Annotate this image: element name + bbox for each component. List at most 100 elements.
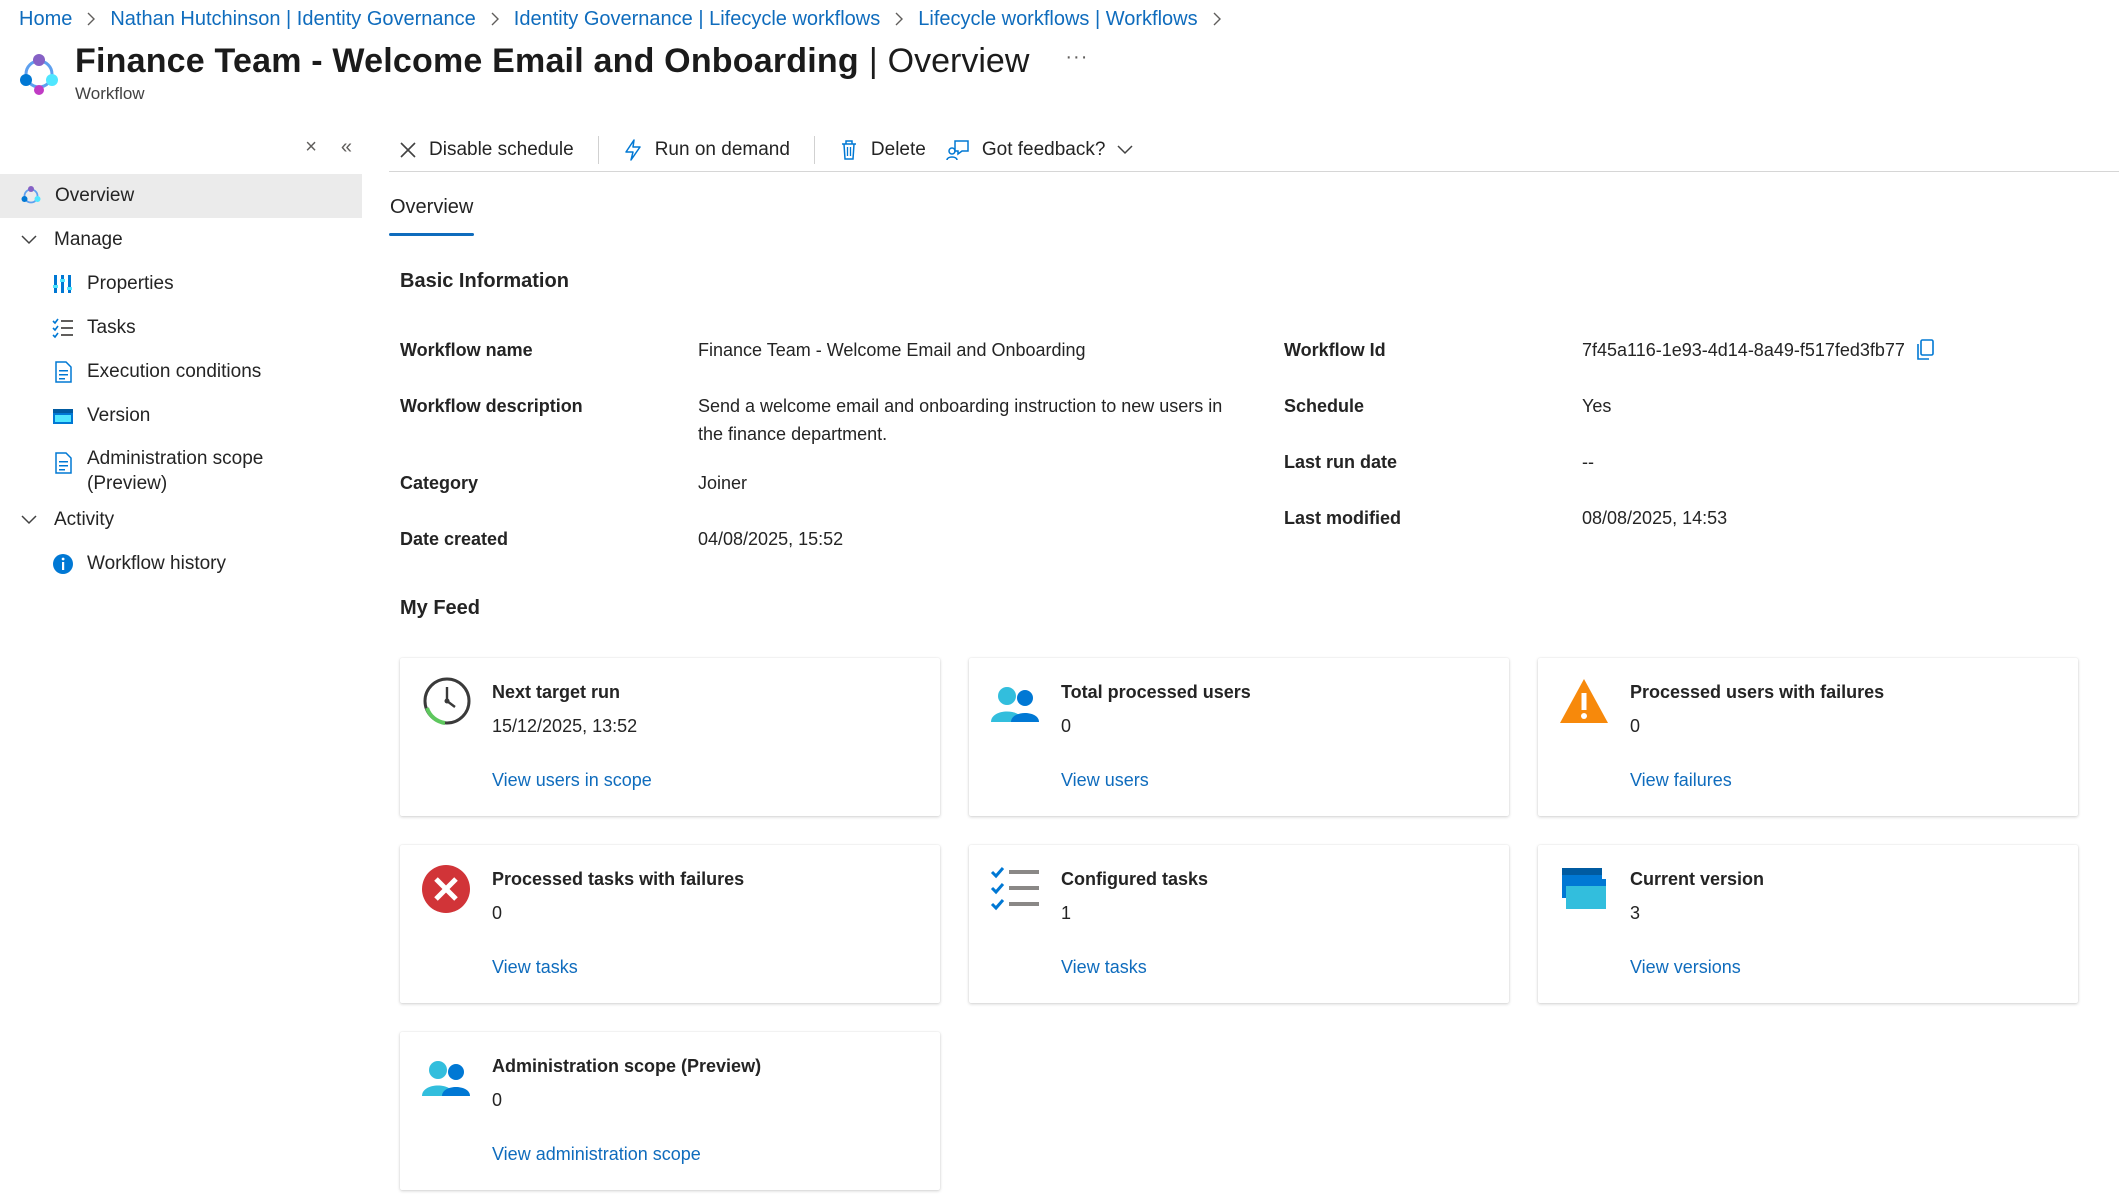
last-run-date-label: Last run date [1284,452,1398,472]
nav-item-tasks[interactable]: Tasks [0,306,362,350]
close-icon[interactable]: × [305,136,317,159]
nav-label: Properties [87,273,174,294]
clock-icon [420,676,472,728]
lightning-icon [624,138,641,161]
chevron-right-icon [86,12,96,26]
side-navigation: × « Overview Manage Properties Tasks Exe… [0,128,362,1200]
command-bar: Disable schedule Run on demand Delete Go… [389,128,2119,172]
nav-group-activity[interactable]: Activity [0,498,362,542]
feedback-button[interactable]: Got feedback? [936,132,1144,168]
tab-strip: Overview [389,196,475,236]
workflow-id-value: 7f45a116-1e93-4d14-8a49-f517fed3fb77 [1582,340,1905,360]
workflow-icon [17,50,61,104]
feed-card-current-version[interactable]: Current version 3 View versions [1538,845,2078,1003]
page-header: Finance Team - Welcome Email and Onboard… [17,42,1088,114]
close-icon [400,141,416,158]
description-line1: Send a welcome email and onboarding inst… [698,396,1223,416]
card-value: 3 [1630,903,1641,923]
workflow-description-value: Send a welcome email and onboarding inst… [698,392,1222,448]
version-icon [52,405,74,427]
nav-item-overview[interactable]: Overview [0,174,362,218]
view-tasks-link[interactable]: View tasks [492,957,578,978]
warning-icon [1558,676,1610,728]
nav-item-workflow-history[interactable]: Workflow history [0,542,362,586]
chevron-down-icon [20,511,38,529]
task-list-icon [52,317,74,339]
more-options-button[interactable]: ··· [1065,46,1088,69]
breadcrumb-workflows[interactable]: Lifecycle workflows | Workflows [918,8,1197,31]
nav-label: Manage [54,229,123,250]
chevron-right-icon [894,12,904,26]
breadcrumb-identity-governance[interactable]: Nathan Hutchinson | Identity Governance [110,8,475,31]
collapse-icon[interactable]: « [341,136,352,159]
last-modified-value: 08/08/2025, 14:53 [1582,508,1728,528]
view-tasks-link[interactable]: View tasks [1061,957,1147,978]
view-failures-link[interactable]: View failures [1630,770,1732,791]
section-title-my-feed: My Feed [400,597,481,619]
nav-label: Administration scope (Preview) [87,446,263,496]
workflow-icon [20,185,42,207]
description-line2: the finance department. [698,424,888,444]
workflow-id-label: Workflow Id [1284,340,1386,360]
button-label: Run on demand [654,138,790,160]
card-title: Configured tasks [1061,869,1209,889]
button-label: Delete [870,138,926,160]
view-users-link[interactable]: View users [1061,770,1149,791]
breadcrumb-lifecycle-workflows[interactable]: Identity Governance | Lifecycle workflow… [514,8,880,31]
nav-item-version[interactable]: Version [0,394,362,438]
view-versions-link[interactable]: View versions [1630,957,1741,978]
nav-item-execution-conditions[interactable]: Execution conditions [0,350,362,394]
nav-label: Tasks [87,317,136,338]
document-icon [52,452,74,474]
card-value: 0 [492,903,503,923]
nav-label: Activity [54,509,115,530]
nav-label: Workflow history [87,553,227,574]
copy-icon[interactable] [1915,339,1935,361]
feed-card-total-processed-users[interactable]: Total processed users 0 View users [969,658,1509,816]
disable-schedule-button[interactable]: Disable schedule [389,132,584,168]
last-modified-label: Last modified [1284,508,1402,528]
chevron-down-icon [1117,144,1133,154]
chevron-right-icon [1212,12,1222,26]
feed-card-processed-tasks-failures[interactable]: Processed tasks with failures 0 View tas… [400,845,940,1003]
title-separator: | [868,42,878,80]
tab-overview[interactable]: Overview [389,196,475,236]
breadcrumb-home[interactable]: Home [19,8,72,31]
resource-type-label: Workflow [75,84,145,103]
page-subtitle: Overview [887,42,1030,80]
feed-card-next-target-run[interactable]: Next target run 15/12/2025, 13:52 View u… [400,658,940,816]
schedule-value: Yes [1582,396,1612,416]
nav-label: Version [87,405,151,426]
last-run-date-value: -- [1582,452,1594,472]
run-on-demand-button[interactable]: Run on demand [613,132,800,168]
category-label: Category [400,473,479,493]
card-value: 15/12/2025, 13:52 [492,716,638,736]
delete-button[interactable]: Delete [829,132,936,168]
category-value: Joiner [698,473,748,493]
date-created-label: Date created [400,529,509,549]
date-created-value: 04/08/2025, 15:52 [698,529,844,549]
view-users-in-scope-link[interactable]: View users in scope [492,770,652,791]
feedback-icon [946,139,969,160]
error-icon [420,863,472,915]
properties-icon [52,273,74,295]
card-title: Total processed users [1061,682,1251,702]
nav-label: Overview [55,185,135,206]
nav-item-properties[interactable]: Properties [0,262,362,306]
feed-card-processed-users-failures[interactable]: Processed users with failures 0 View fai… [1538,658,2078,816]
page-title: Finance Team - Welcome Email and Onboard… [75,42,859,80]
chevron-down-icon [20,231,38,249]
card-title: Current version [1630,869,1765,889]
feed-card-configured-tasks[interactable]: Configured tasks 1 View tasks [969,845,1509,1003]
view-administration-scope-link[interactable]: View administration scope [492,1144,701,1165]
card-title: Processed users with failures [1630,682,1885,702]
task-list-icon [989,863,1041,915]
section-title-basic-information: Basic Information [400,270,569,292]
admin-users-icon [420,1050,472,1102]
nav-item-administration-scope[interactable]: Administration scope (Preview) [0,438,362,498]
nav-group-manage[interactable]: Manage [0,218,362,262]
feed-card-administration-scope[interactable]: Administration scope (Preview) 0 View ad… [400,1032,940,1190]
card-title: Next target run [492,682,621,702]
toolbar-divider [597,135,599,164]
card-title: Administration scope (Preview) [492,1056,762,1076]
